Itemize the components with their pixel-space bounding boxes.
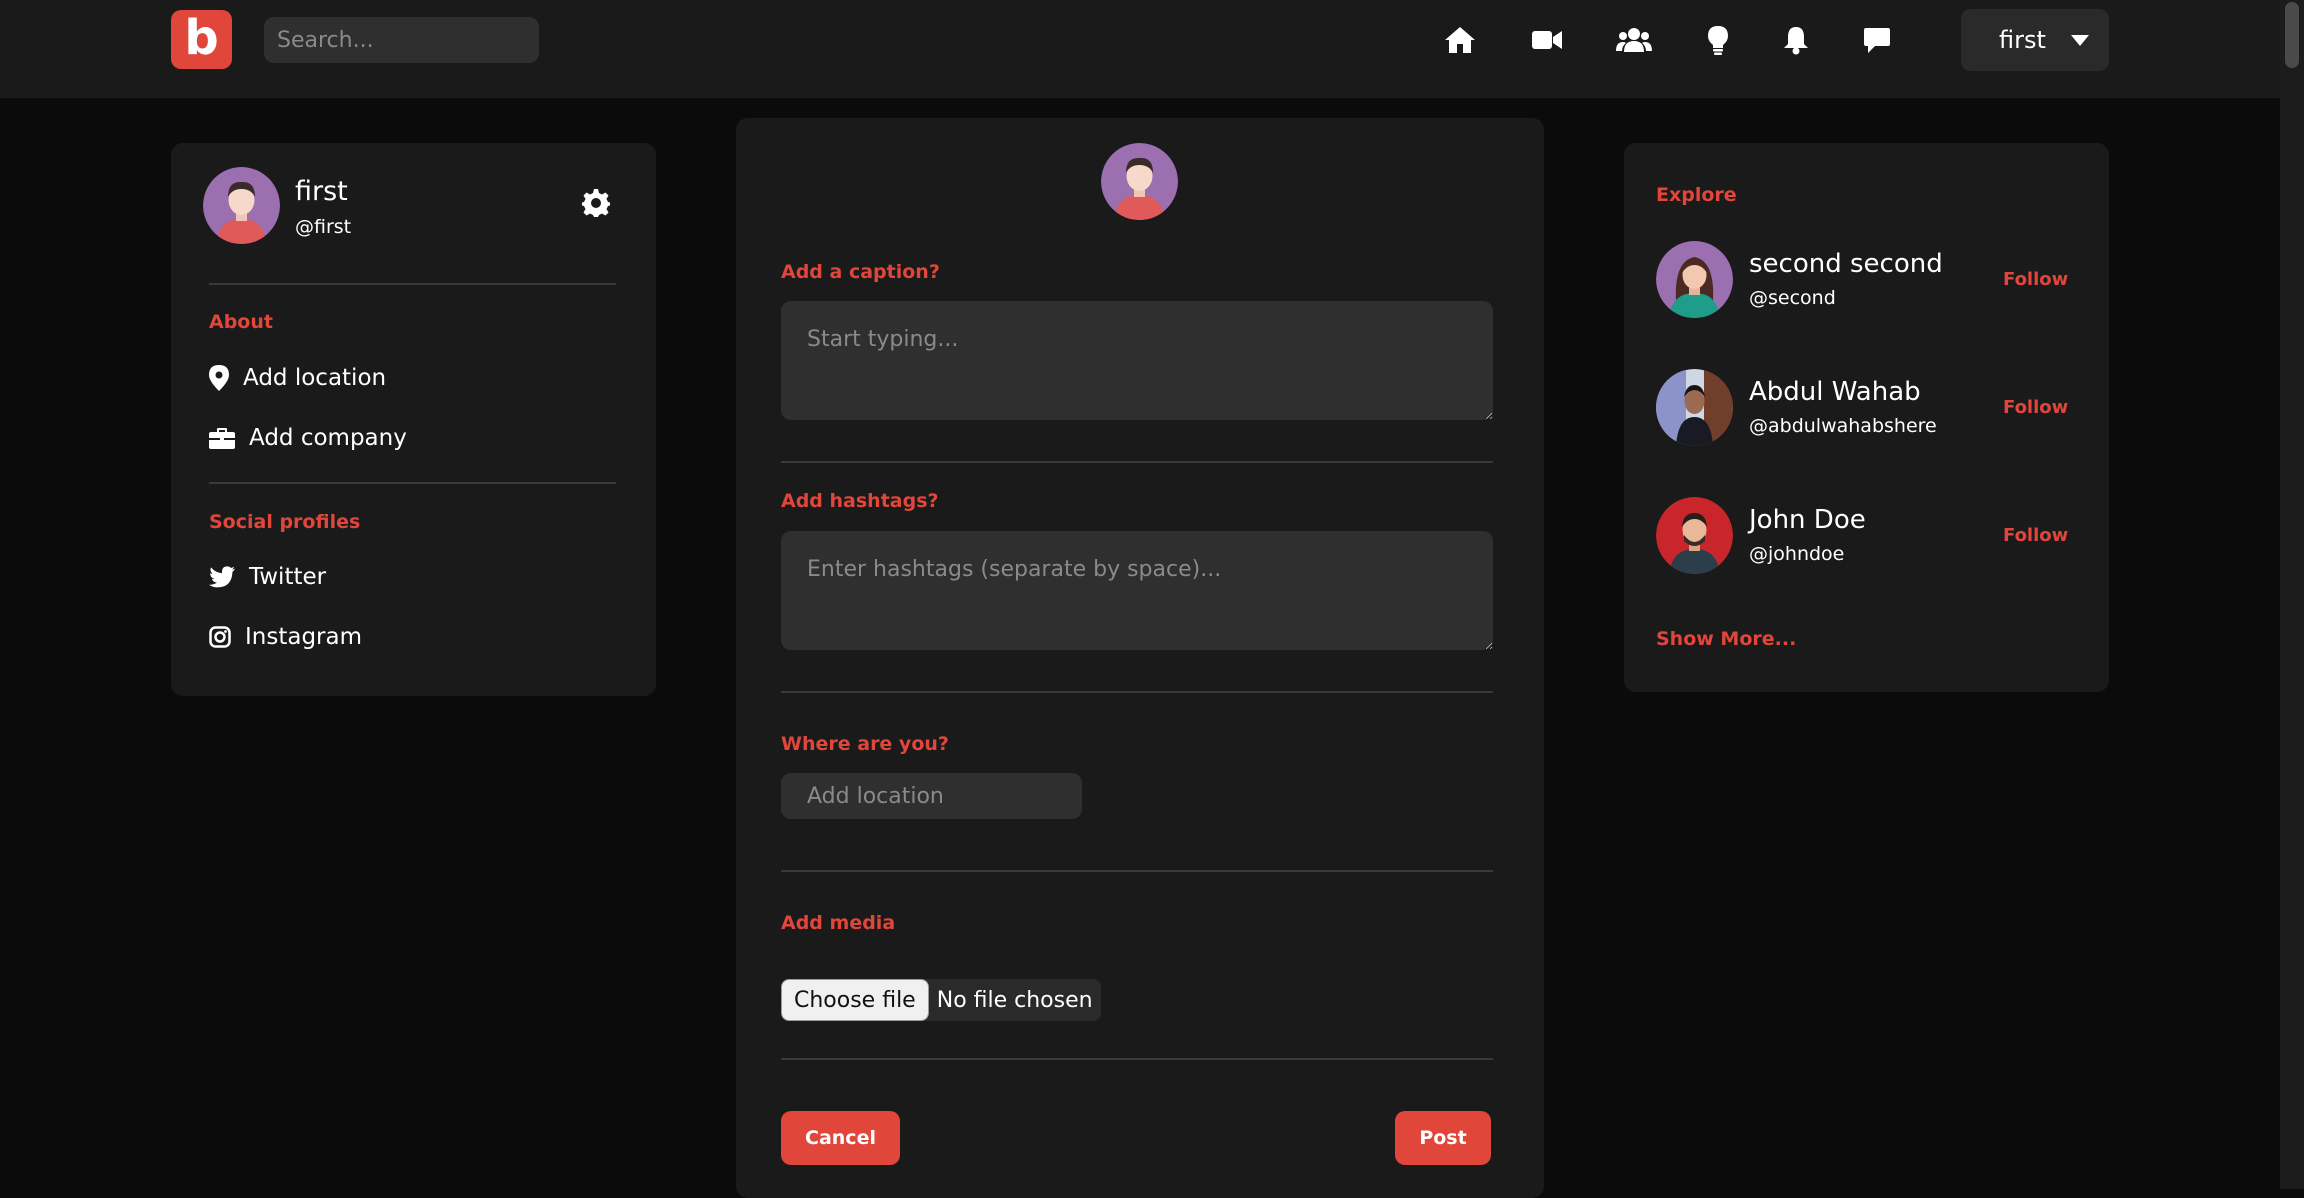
location-label: Where are you? — [781, 733, 949, 755]
user-menu-name: first — [1999, 26, 2046, 54]
home-icon[interactable] — [1440, 20, 1480, 60]
twitter-link[interactable]: Twitter — [209, 564, 326, 590]
choose-file-button[interactable]: Choose file — [781, 979, 929, 1021]
file-status: No file chosen — [936, 987, 1093, 1013]
scrollbar-thumb[interactable] — [2285, 2, 2299, 68]
social-profiles-title: Social profiles — [209, 511, 361, 533]
profile-name: first — [295, 176, 348, 207]
post-author-avatar — [1101, 143, 1178, 220]
chat-icon[interactable] — [1857, 20, 1897, 60]
add-company-item[interactable]: Add company — [209, 425, 407, 451]
instagram-link[interactable]: Instagram — [209, 624, 362, 650]
user-menu-dropdown[interactable]: first — [1961, 9, 2109, 71]
twitter-icon — [209, 566, 235, 588]
user-handle: @abdulwahabshere — [1749, 415, 1937, 437]
form-divider — [781, 870, 1493, 872]
form-divider — [781, 691, 1493, 693]
user-avatar[interactable] — [1656, 497, 1733, 574]
search-input[interactable] — [264, 17, 539, 63]
user-handle: @johndoe — [1749, 543, 1845, 565]
top-navbar: b first — [0, 0, 2280, 98]
profile-divider — [209, 283, 616, 285]
post-button[interactable]: Post — [1395, 1111, 1491, 1165]
page-scrollbar[interactable] — [2280, 0, 2304, 1189]
hashtags-label: Add hashtags? — [781, 490, 939, 512]
user-handle: @second — [1749, 287, 1836, 309]
explore-user-item: John Doe @johndoe Follow — [1656, 497, 2076, 575]
profile-avatar[interactable] — [203, 167, 280, 244]
media-file-picker[interactable]: Choose file No file chosen — [781, 979, 1101, 1021]
profile-handle: @first — [295, 216, 352, 238]
location-input[interactable] — [781, 773, 1082, 819]
user-name[interactable]: Abdul Wahab — [1749, 377, 1921, 407]
twitter-label: Twitter — [249, 564, 327, 590]
explore-user-item: second second @second Follow — [1656, 241, 2076, 319]
show-more-link[interactable]: Show More... — [1656, 628, 1796, 650]
logo-letter: b — [184, 9, 219, 66]
instagram-label: Instagram — [245, 624, 363, 650]
about-title: About — [209, 311, 273, 333]
add-location-item[interactable]: Add location — [209, 365, 386, 391]
user-name[interactable]: John Doe — [1749, 505, 1866, 535]
chevron-down-icon — [2071, 35, 2089, 46]
create-post-card: Add a caption? Add hashtags? Where are y… — [736, 118, 1544, 1198]
profile-card: first @first About Add location Add comp… — [171, 143, 656, 696]
follow-button[interactable]: Follow — [2003, 269, 2068, 290]
app-logo[interactable]: b — [171, 10, 232, 69]
video-icon[interactable] — [1527, 20, 1567, 60]
lightbulb-icon[interactable] — [1698, 20, 1738, 60]
user-avatar[interactable] — [1656, 241, 1733, 318]
briefcase-icon — [209, 428, 235, 449]
users-icon[interactable] — [1614, 20, 1654, 60]
media-label: Add media — [781, 912, 896, 934]
add-location-label: Add location — [243, 365, 387, 391]
explore-user-item: Abdul Wahab @abdulwahabshere Follow — [1656, 369, 2076, 447]
instagram-icon — [209, 626, 231, 648]
gear-icon[interactable] — [581, 188, 611, 218]
explore-card: Explore second second @second Follow Abd… — [1624, 143, 2109, 692]
caption-label: Add a caption? — [781, 261, 940, 283]
user-avatar[interactable] — [1656, 369, 1733, 446]
add-company-label: Add company — [249, 425, 407, 451]
hashtags-textarea[interactable] — [781, 531, 1493, 650]
profile-divider — [209, 482, 616, 484]
explore-title: Explore — [1656, 184, 1737, 206]
form-divider — [781, 461, 1493, 463]
follow-button[interactable]: Follow — [2003, 397, 2068, 418]
caption-textarea[interactable] — [781, 301, 1493, 420]
follow-button[interactable]: Follow — [2003, 525, 2068, 546]
cancel-button[interactable]: Cancel — [781, 1111, 900, 1165]
form-divider — [781, 1058, 1493, 1060]
user-name[interactable]: second second — [1749, 249, 1943, 279]
bell-icon[interactable] — [1776, 20, 1816, 60]
location-pin-icon — [209, 365, 229, 391]
